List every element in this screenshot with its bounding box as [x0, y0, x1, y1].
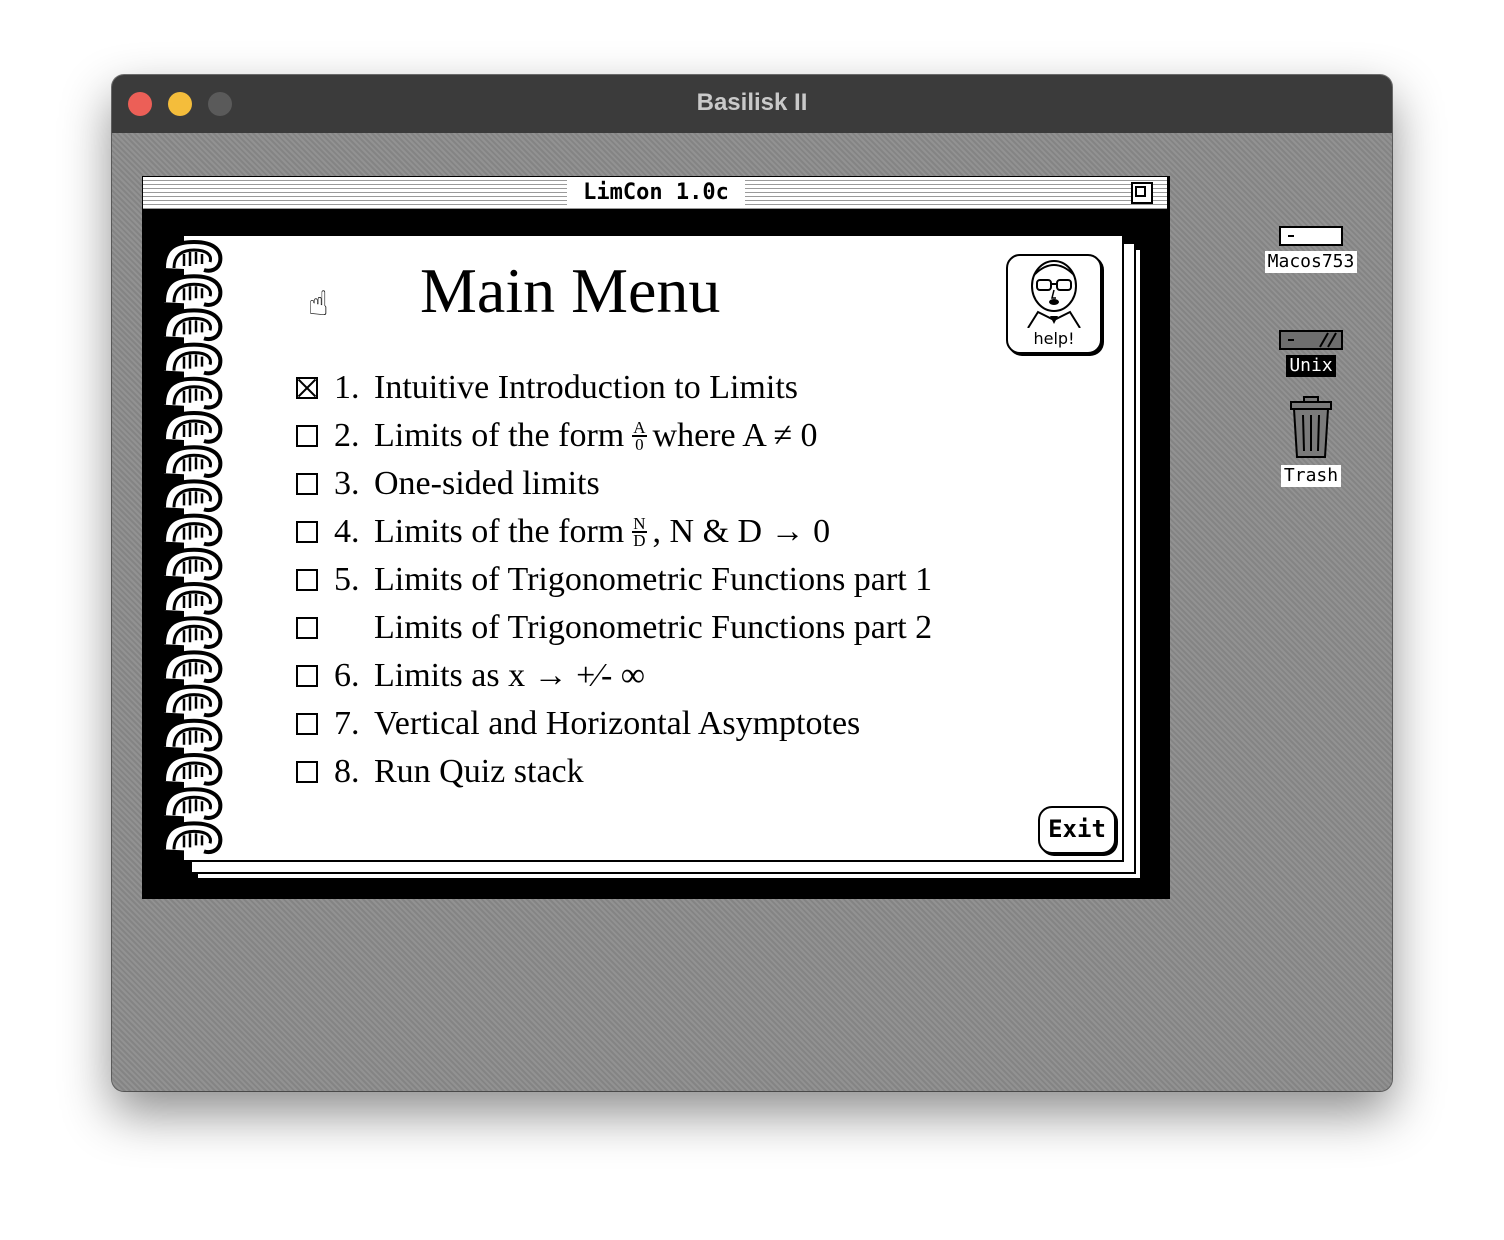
checkbox[interactable]	[296, 665, 318, 687]
item-number: 5.	[334, 561, 360, 598]
spiral-ring	[162, 547, 223, 581]
item-label: Intuitive Introduction to Limits	[374, 369, 799, 406]
spiral-ring	[162, 513, 223, 547]
desktop-icon-unix[interactable]: Unix	[1258, 329, 1364, 377]
item-number: 8.	[334, 753, 360, 790]
spiral-ring	[162, 308, 223, 342]
host-window-title: Basilisk II	[696, 89, 808, 116]
limcon-titlebar[interactable]: LimCon 1.0c	[142, 176, 1168, 210]
spiral-ring	[162, 650, 223, 684]
spiral-ring	[162, 445, 223, 478]
item-label: Limits of Trigonometric Functions part 1	[374, 561, 933, 598]
spiral-binding-icon	[162, 239, 223, 855]
spiral-ring	[162, 581, 223, 615]
spiral-ring	[162, 821, 223, 855]
checkbox[interactable]	[296, 761, 318, 783]
spiral-ring	[162, 616, 223, 649]
checkbox[interactable]	[296, 713, 318, 735]
menu-item-trig-part-2[interactable]: Limits of Trigonometric Functions part 2	[296, 604, 932, 652]
item-number: 4.	[334, 513, 360, 550]
checkbox[interactable]	[296, 473, 318, 495]
item-label: Limits of Trigonometric Functions part 2	[374, 609, 933, 646]
checkbox[interactable]	[296, 617, 318, 639]
checkbox-checked[interactable]	[296, 377, 318, 399]
desktop-icon-label: Trash	[1280, 465, 1342, 487]
spiral-ring	[162, 787, 223, 820]
professor-face-icon	[1027, 260, 1081, 329]
item-label: One-sided limits	[374, 465, 600, 502]
limcon-window: LimCon 1.0c ☝ Main Menu help! 1. Intuiti…	[142, 176, 1170, 899]
checkbox[interactable]	[296, 569, 318, 591]
spiral-ring	[162, 274, 223, 307]
item-label-suffix: , N & D → 0	[652, 513, 831, 550]
fraction: A 0	[632, 419, 647, 454]
desktop-icon-macos753[interactable]: Macos753	[1258, 225, 1364, 273]
spiral-ring	[162, 239, 223, 273]
item-number: 3.	[334, 465, 360, 502]
desktop-icon-trash[interactable]: Trash	[1258, 395, 1364, 487]
emulated-desktop: LimCon 1.0c ☝ Main Menu help! 1. Intuiti…	[112, 133, 1392, 1091]
disk-icon	[1279, 226, 1343, 246]
item-label: Vertical and Horizontal Asymptotes	[374, 705, 861, 742]
desktop-icon-label: Macos753	[1264, 251, 1358, 273]
fraction: N D	[632, 515, 647, 550]
host-titlebar: Basilisk II	[112, 75, 1392, 134]
item-label: Limits of the form	[374, 417, 625, 454]
spiral-ring	[162, 410, 223, 444]
spiral-ring	[162, 342, 223, 376]
checkbox[interactable]	[296, 521, 318, 543]
fraction-denominator: D	[633, 531, 646, 550]
host-window: Basilisk II LimCon 1.0c ☝ Main Menu help…	[112, 75, 1392, 1091]
hand-pointer-icon: ☝	[308, 284, 329, 324]
menu-item-intuitive-introduction[interactable]: 1. Intuitive Introduction to Limits	[296, 364, 932, 412]
item-label: Limits of the form	[374, 513, 625, 550]
item-label: Run Quiz stack	[374, 753, 584, 790]
fraction-denominator: 0	[635, 435, 644, 454]
limcon-window-title: LimCon 1.0c	[567, 179, 745, 207]
menu-item-asymptotes[interactable]: 7. Vertical and Horizontal Asymptotes	[296, 700, 932, 748]
item-number: 2.	[334, 417, 360, 454]
help-button[interactable]: help!	[1006, 254, 1102, 354]
menu-item-limits-a-over-0[interactable]: 2. Limits of the form A 0 where A ≠ 0	[296, 412, 932, 460]
item-number: 6.	[334, 657, 360, 694]
page-title: Main Menu	[420, 255, 721, 326]
menu-list: 1. Intuitive Introduction to Limits 2. L…	[296, 364, 932, 796]
checkbox[interactable]	[296, 425, 318, 447]
zoom-box-icon[interactable]	[1131, 182, 1153, 204]
menu-item-run-quiz[interactable]: 8. Run Quiz stack	[296, 748, 932, 796]
menu-item-one-sided-limits[interactable]: 3. One-sided limits	[296, 460, 932, 508]
menu-item-limits-n-over-d[interactable]: 4. Limits of the form N D , N & D → 0	[296, 508, 932, 556]
item-number: 7.	[334, 705, 360, 742]
help-label: help!	[1033, 329, 1075, 348]
trash-icon	[1290, 396, 1332, 458]
spiral-ring	[162, 718, 223, 752]
spiral-ring	[162, 376, 223, 410]
item-label-suffix: where A ≠ 0	[652, 417, 818, 454]
item-number: 1.	[334, 369, 360, 406]
exit-button[interactable]: Exit	[1038, 806, 1116, 854]
spiral-ring	[162, 752, 223, 786]
desktop-icon-label: Unix	[1286, 355, 1336, 377]
item-label: Limits as x → +⁄- ∞	[374, 657, 646, 694]
menu-item-trig-part-1[interactable]: 5. Limits of Trigonometric Functions par…	[296, 556, 932, 604]
menu-item-limits-at-infinity[interactable]: 6. Limits as x → +⁄- ∞	[296, 652, 932, 700]
spiral-ring	[162, 684, 223, 718]
spiral-ring	[162, 479, 223, 513]
unix-volume-icon	[1279, 330, 1343, 350]
